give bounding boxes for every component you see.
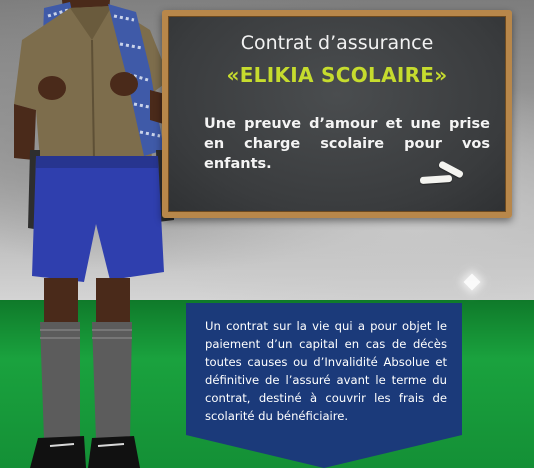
chalkboard: Contrat d’assurance «ELIKIA SCOLAIRE» Un… xyxy=(162,10,512,218)
board-title-line1: Contrat d’assurance xyxy=(240,32,434,54)
board-title-product: «ELIKIA SCOLAIRE» xyxy=(226,63,448,87)
info-panel-description: Un contrat sur la vie qui a pour objet l… xyxy=(205,319,447,423)
chalk-icon xyxy=(419,174,453,185)
